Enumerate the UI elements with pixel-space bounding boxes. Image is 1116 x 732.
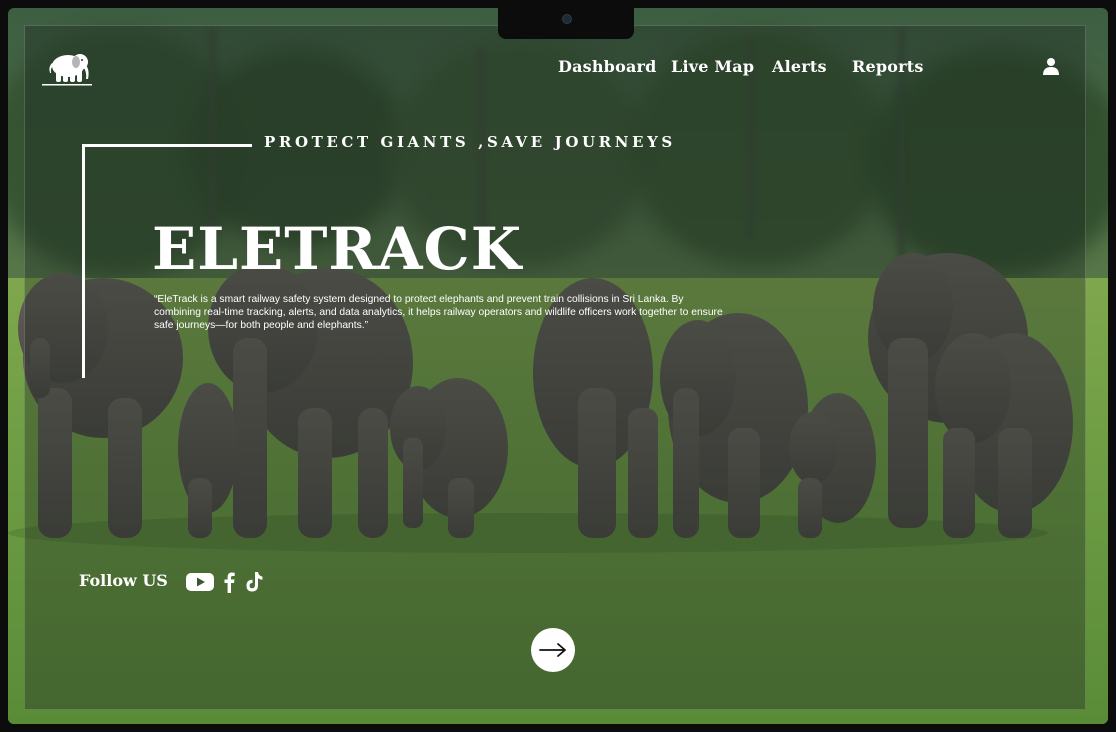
decorative-line-vertical: [82, 144, 85, 378]
follow-us-label: Follow US: [79, 571, 168, 590]
youtube-icon[interactable]: [186, 571, 214, 593]
nav-reports-link[interactable]: Reports: [852, 57, 924, 76]
tiktok-icon[interactable]: [244, 571, 264, 593]
next-arrow-button[interactable]: [531, 628, 575, 672]
nav-live-map-link[interactable]: Live Map: [671, 57, 754, 76]
nav-dashboard-link[interactable]: Dashboard: [558, 57, 657, 76]
page-content: Dashboard Live Map Alerts Reports PROTEC…: [0, 0, 1116, 732]
hero-title: ELETRACK: [152, 215, 523, 283]
user-icon[interactable]: [1042, 57, 1060, 75]
facebook-icon[interactable]: [222, 571, 236, 593]
device-notch: [498, 8, 634, 39]
decorative-line-horizontal: [82, 144, 252, 147]
elephant-logo-icon[interactable]: [42, 49, 92, 87]
arrow-right-icon: [539, 643, 566, 657]
camera-icon: [562, 14, 572, 24]
hero-tagline: PROTECT GIANTS ,SAVE JOURNEYS: [264, 133, 676, 151]
hero-description: “EleTrack is a smart railway safety syst…: [154, 294, 723, 331]
nav-alerts-link[interactable]: Alerts: [772, 57, 827, 76]
